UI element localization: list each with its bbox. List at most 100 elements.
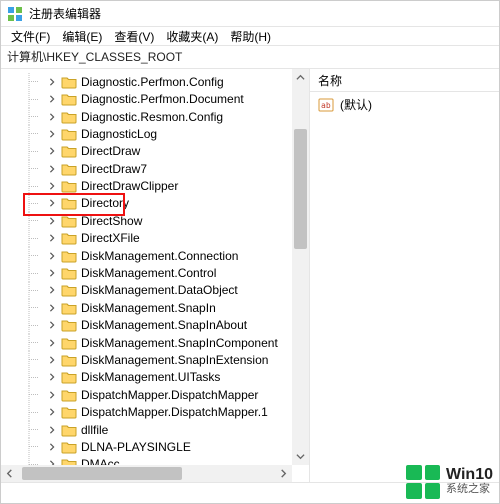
tree-connector — [25, 212, 43, 229]
folder-icon — [61, 353, 77, 367]
chevron-right-icon[interactable] — [47, 129, 57, 139]
tree-item[interactable]: DirectDraw7 — [13, 160, 309, 177]
chevron-right-icon[interactable] — [47, 164, 57, 174]
tree-pane: Diagnostic.Perfmon.Config Diagnostic.Perf… — [1, 69, 310, 482]
tree-vertical-scrollbar[interactable] — [292, 69, 309, 465]
tree-item[interactable]: DispatchMapper.DispatchMapper — [13, 386, 309, 403]
tree-item-label: DiskManagement.SnapInExtension — [81, 353, 268, 367]
tree-item-label: Diagnostic.Perfmon.Config — [81, 75, 224, 89]
folder-icon — [61, 92, 77, 106]
folder-icon — [61, 388, 77, 402]
values-header-name[interactable]: 名称 — [310, 69, 499, 92]
tree-connector — [25, 195, 43, 212]
tree-connector — [25, 299, 43, 316]
tree-item[interactable]: DirectDrawClipper — [13, 177, 309, 194]
tree-item-label: DiskManagement.SnapIn — [81, 301, 216, 315]
folder-icon — [61, 405, 77, 419]
folder-icon — [61, 179, 77, 193]
tree-item[interactable]: Directory — [13, 195, 309, 212]
chevron-right-icon[interactable] — [47, 303, 57, 313]
value-name-default: (默认) — [340, 96, 372, 113]
tree-connector — [25, 91, 43, 108]
tree-item[interactable]: DirectXFile — [13, 230, 309, 247]
chevron-right-icon[interactable] — [47, 198, 57, 208]
scroll-thumb-vertical[interactable] — [294, 129, 307, 249]
tree-item-label: DispatchMapper.DispatchMapper.1 — [81, 405, 268, 419]
chevron-right-icon[interactable] — [47, 146, 57, 156]
tree-connector — [25, 230, 43, 247]
tree-connector — [25, 160, 43, 177]
menu-favorites[interactable]: 收藏夹(A) — [162, 28, 222, 45]
menu-view[interactable]: 查看(V) — [110, 28, 158, 45]
tree-item[interactable]: Diagnostic.Resmon.Config — [13, 108, 309, 125]
chevron-right-icon[interactable] — [47, 407, 57, 417]
tree-item[interactable]: DiskManagement.UITasks — [13, 369, 309, 386]
scroll-down-button[interactable] — [292, 448, 309, 465]
tree-connector — [25, 247, 43, 264]
chevron-right-icon[interactable] — [47, 268, 57, 278]
scroll-up-button[interactable] — [292, 69, 309, 86]
tree-scroll: Diagnostic.Perfmon.Config Diagnostic.Perf… — [1, 69, 309, 482]
chevron-right-icon[interactable] — [47, 390, 57, 400]
content-area: Diagnostic.Perfmon.Config Diagnostic.Perf… — [1, 69, 499, 482]
tree-item-label: dllfile — [81, 423, 108, 437]
chevron-right-icon[interactable] — [47, 112, 57, 122]
chevron-right-icon[interactable] — [47, 338, 57, 348]
folder-icon — [61, 249, 77, 263]
tree-item-label: DirectDrawClipper — [81, 179, 178, 193]
tree-horizontal-scrollbar[interactable] — [1, 465, 292, 482]
tree-item[interactable]: DiskManagement.Connection — [13, 247, 309, 264]
tree-item[interactable]: DiskManagement.SnapInComponent — [13, 334, 309, 351]
tree-item[interactable]: DiskManagement.SnapInExtension — [13, 351, 309, 368]
menu-help[interactable]: 帮助(H) — [226, 28, 275, 45]
folder-icon — [61, 440, 77, 454]
tree-item[interactable]: DiskManagement.SnapIn — [13, 299, 309, 316]
tree-connector — [25, 178, 43, 195]
chevron-right-icon[interactable] — [47, 216, 57, 226]
tree-item[interactable]: dllfile — [13, 421, 309, 438]
tree-item[interactable]: DiagnosticLog — [13, 125, 309, 142]
folder-icon — [61, 196, 77, 210]
tree-item-label: DirectShow — [81, 214, 142, 228]
chevron-right-icon[interactable] — [47, 442, 57, 452]
chevron-right-icon[interactable] — [47, 77, 57, 87]
tree-item[interactable]: Diagnostic.Perfmon.Config — [13, 73, 309, 90]
scroll-left-button[interactable] — [1, 465, 18, 482]
chevron-right-icon[interactable] — [47, 355, 57, 365]
folder-icon — [61, 127, 77, 141]
tree-item[interactable]: DiskManagement.SnapInAbout — [13, 317, 309, 334]
tree-item[interactable]: DLNA-PLAYSINGLE — [13, 438, 309, 455]
tree-item[interactable]: DirectDraw — [13, 143, 309, 160]
tree-item-label: DirectXFile — [81, 231, 140, 245]
folder-icon — [61, 318, 77, 332]
chevron-right-icon[interactable] — [47, 425, 57, 435]
scroll-right-button[interactable] — [275, 465, 292, 482]
chevron-right-icon[interactable] — [47, 181, 57, 191]
tree-item[interactable]: DispatchMapper.DispatchMapper.1 — [13, 403, 309, 420]
chevron-right-icon[interactable] — [47, 94, 57, 104]
chevron-right-icon[interactable] — [47, 372, 57, 382]
menu-edit[interactable]: 编辑(E) — [58, 28, 106, 45]
tree-connector — [25, 404, 43, 421]
registry-tree[interactable]: Diagnostic.Perfmon.Config Diagnostic.Perf… — [1, 69, 309, 482]
tree-connector — [25, 369, 43, 386]
tree-item-label: Diagnostic.Perfmon.Document — [81, 92, 244, 106]
tree-connector — [25, 421, 43, 438]
value-row-default[interactable]: ab (默认) — [310, 92, 499, 117]
tree-item[interactable]: Diagnostic.Perfmon.Document — [13, 90, 309, 107]
regedit-window: 注册表编辑器 文件(F) 编辑(E) 查看(V) 收藏夹(A) 帮助(H) 计算… — [0, 0, 500, 504]
tree-item[interactable]: DirectShow — [13, 212, 309, 229]
chevron-right-icon[interactable] — [47, 251, 57, 261]
tree-connector — [25, 265, 43, 282]
tree-item[interactable]: DiskManagement.DataObject — [13, 282, 309, 299]
path-bar[interactable]: 计算机\HKEY_CLASSES_ROOT — [1, 46, 499, 69]
chevron-right-icon[interactable] — [47, 320, 57, 330]
menu-file[interactable]: 文件(F) — [7, 28, 54, 45]
tree-item[interactable]: DiskManagement.Control — [13, 264, 309, 281]
chevron-right-icon[interactable] — [47, 285, 57, 295]
scroll-thumb-horizontal[interactable] — [22, 467, 182, 480]
chevron-right-icon[interactable] — [47, 233, 57, 243]
tree-item-label: DispatchMapper.DispatchMapper — [81, 388, 258, 402]
tree-item-label: Diagnostic.Resmon.Config — [81, 110, 223, 124]
tree-connector — [25, 351, 43, 368]
